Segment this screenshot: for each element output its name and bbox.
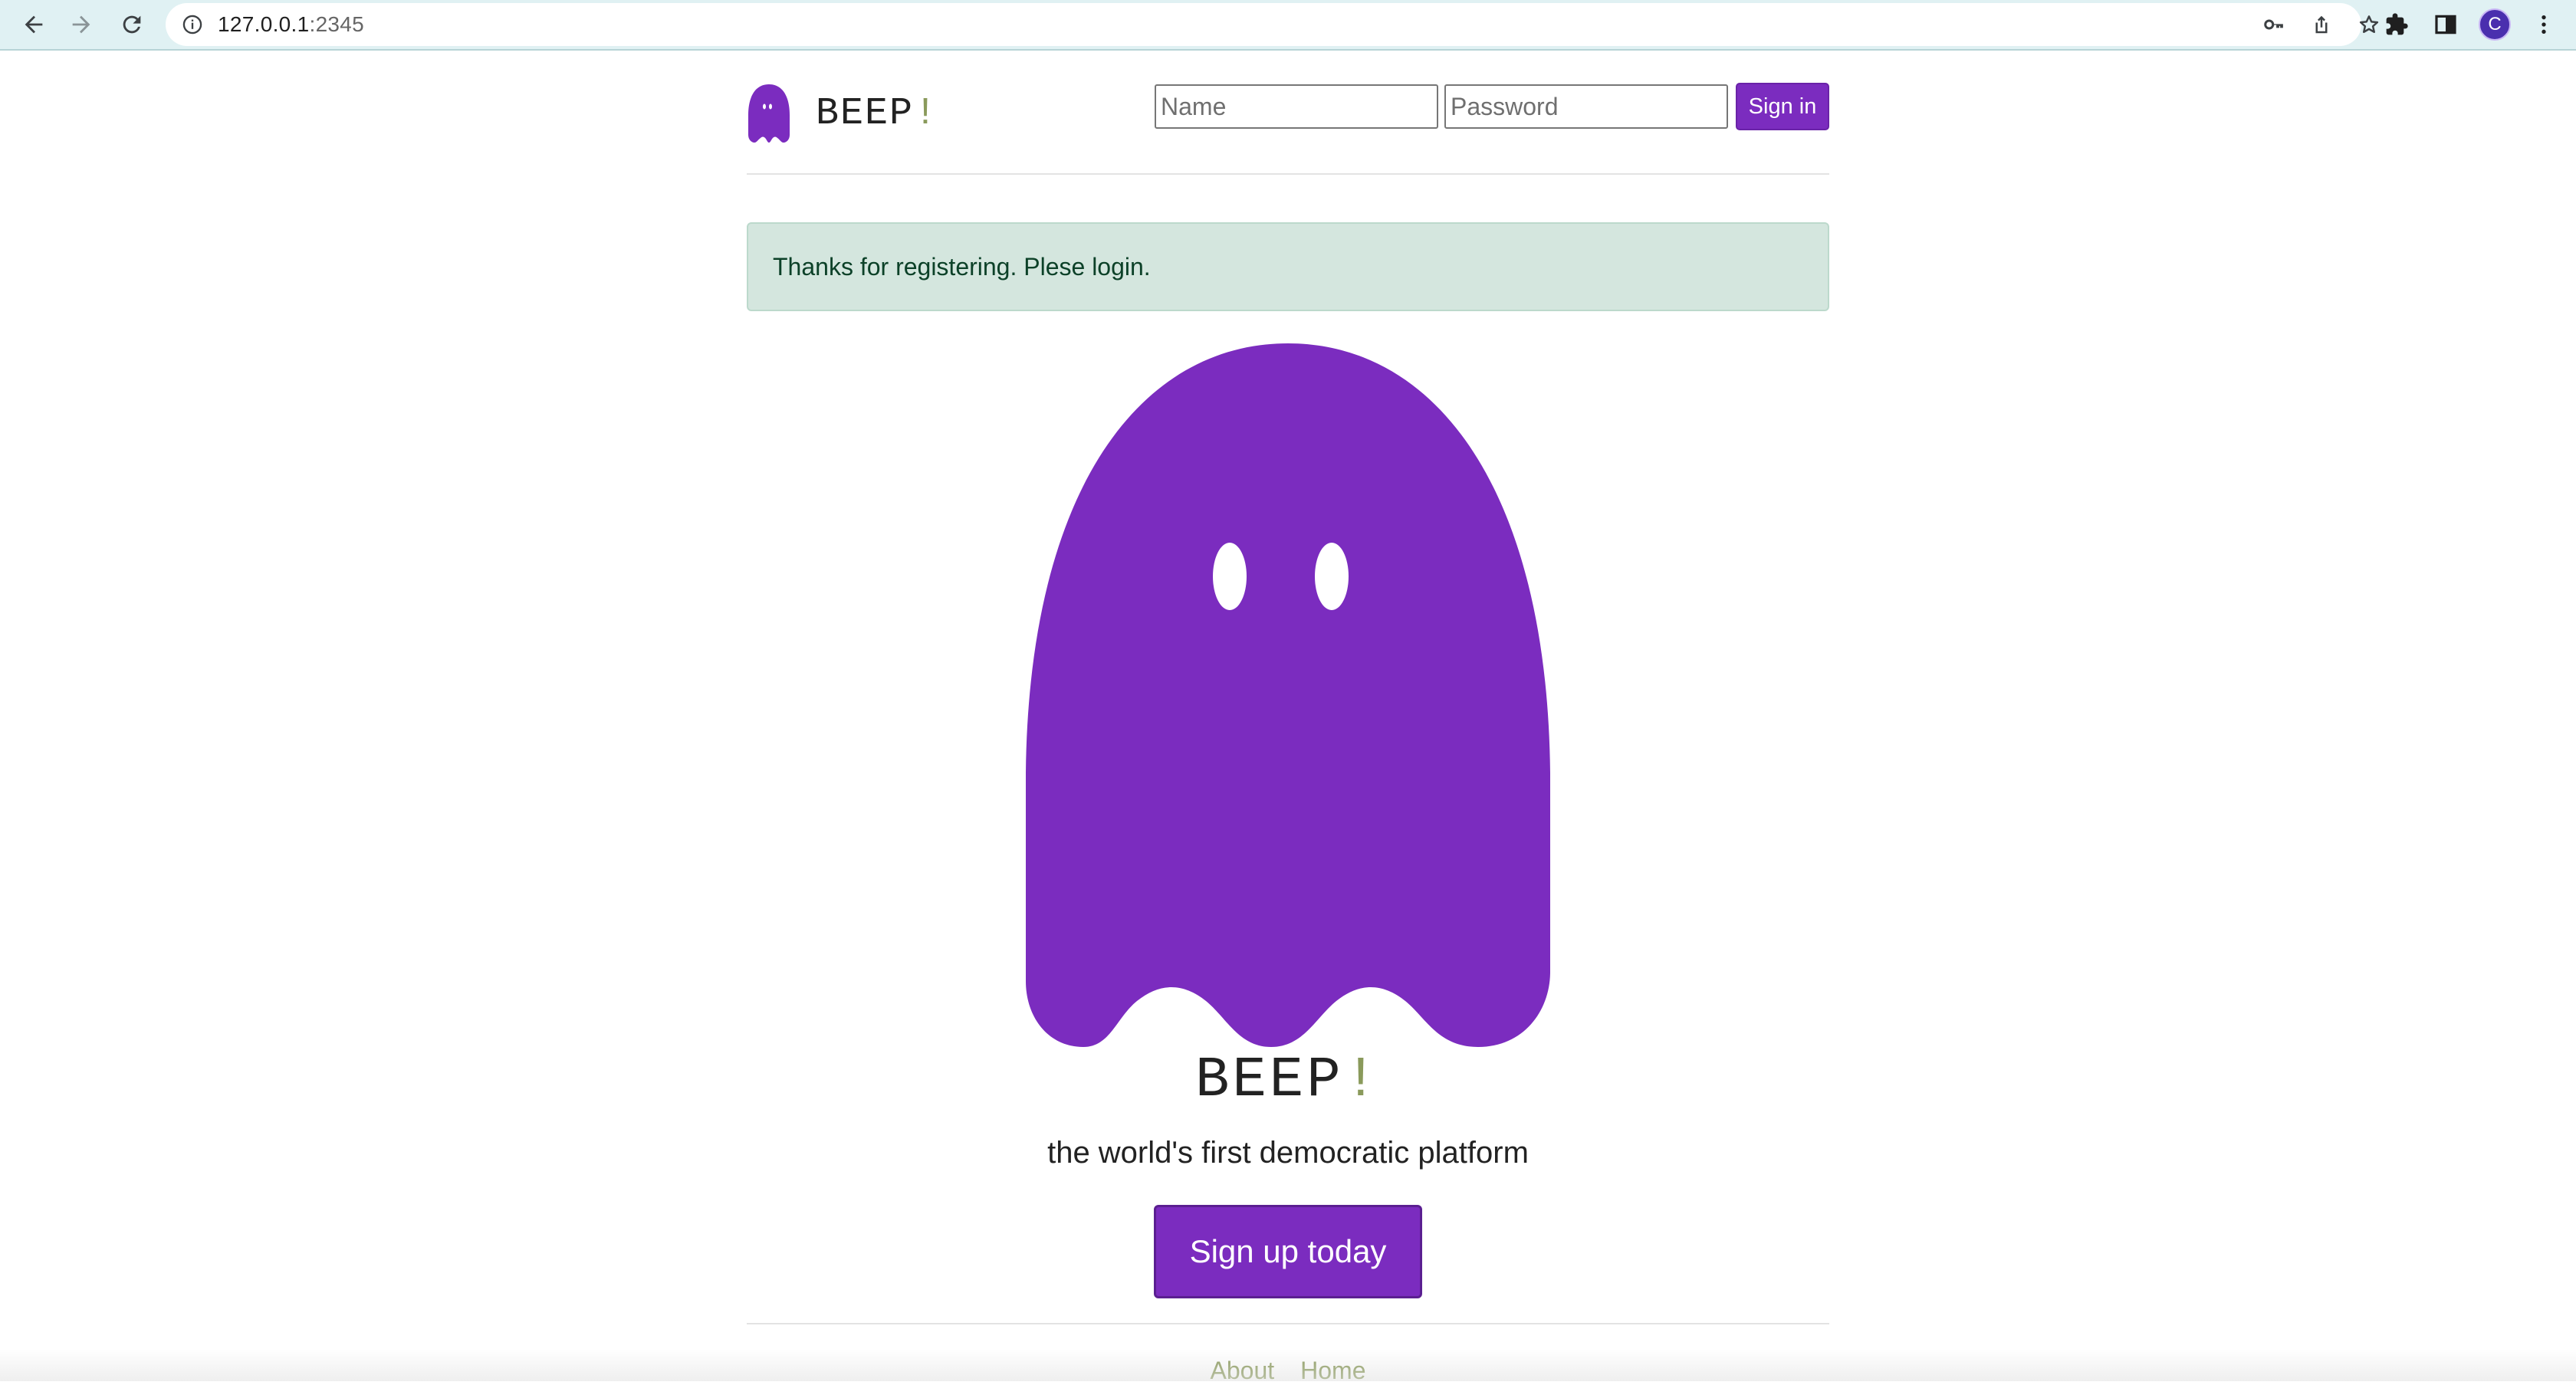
forward-arrow-icon <box>72 15 90 34</box>
avatar: C <box>2479 8 2511 41</box>
right-eye <box>1315 543 1349 610</box>
address-bar[interactable]: 127.0.0.1:2345 <box>166 3 2379 46</box>
browser-toolbar: 127.0.0.1:2345 C <box>0 0 2576 51</box>
info-icon[interactable] <box>181 13 204 36</box>
sign-up-button[interactable]: Sign up today <box>1154 1205 1422 1298</box>
footer-link-about[interactable]: About <box>1211 1357 1275 1385</box>
brand-name: BEEP! <box>816 92 938 136</box>
hero-title: BEEP! <box>747 1049 1829 1113</box>
hero-ghost-image <box>1026 343 1550 1047</box>
login-form: Sign in <box>1155 83 1829 130</box>
name-input[interactable] <box>1155 84 1438 129</box>
brand-link[interactable]: BEEP! <box>747 84 938 143</box>
password-input[interactable] <box>1444 84 1728 129</box>
url-text: 127.0.0.1:2345 <box>218 12 364 37</box>
hero-title-text: BEEP <box>1194 1049 1344 1113</box>
back-arrow-icon <box>25 15 43 34</box>
forward-button[interactable] <box>61 5 101 44</box>
url-host: 127.0.0.1 <box>218 12 310 36</box>
footer-divider <box>747 1323 1829 1324</box>
left-eye <box>1213 543 1247 610</box>
site-header: BEEP! Sign in <box>747 51 1829 175</box>
footer-link-home[interactable]: Home <box>1300 1357 1365 1385</box>
share-icon[interactable] <box>2302 5 2341 44</box>
ghost-logo-icon <box>747 84 791 143</box>
page-container: BEEP! Sign in Thanks for registering. Pl… <box>747 51 1829 1384</box>
key-icon[interactable] <box>2254 5 2294 44</box>
omnibox-actions <box>2246 3 2389 46</box>
back-button[interactable] <box>14 5 54 44</box>
menu-dots-icon[interactable] <box>2522 5 2565 44</box>
profile-avatar-button[interactable]: C <box>2473 5 2516 44</box>
alert-message: Thanks for registering. Plese login. <box>773 252 1151 281</box>
reload-button[interactable] <box>112 5 152 44</box>
hero-title-bang: ! <box>1343 1049 1382 1113</box>
footer-nav: About Home <box>747 1357 1829 1385</box>
side-panel-icon[interactable] <box>2424 5 2467 44</box>
brand-bang: ! <box>914 91 939 136</box>
reload-icon <box>123 15 141 34</box>
brand-name-text: BEEP <box>816 91 915 136</box>
toolbar-actions: C <box>2369 5 2565 44</box>
extensions-icon[interactable] <box>2375 5 2418 44</box>
url-port: :2345 <box>309 12 365 36</box>
hero-tagline: the world's first democratic platform <box>1047 1136 1529 1170</box>
cta-container: Sign up today <box>747 1205 1829 1298</box>
success-alert: Thanks for registering. Plese login. <box>747 222 1829 311</box>
ghost-illustration-icon <box>1026 343 1550 1047</box>
sign-in-button[interactable]: Sign in <box>1736 83 1829 130</box>
